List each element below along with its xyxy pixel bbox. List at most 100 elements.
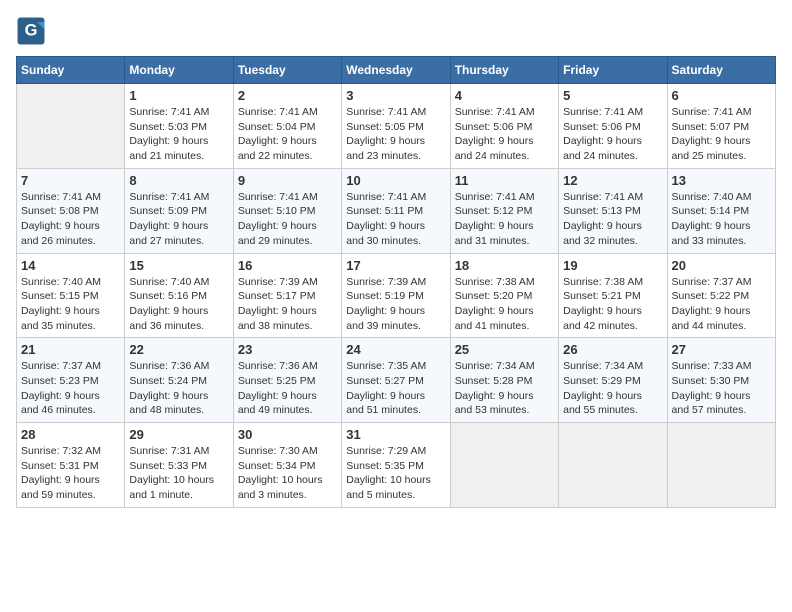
day-cell: 22 Sunrise: 7:36 AM Sunset: 5:24 PM Dayli… [125,338,233,423]
day-cell: 30 Sunrise: 7:30 AM Sunset: 5:34 PM Dayli… [233,423,341,508]
day-cell: 17 Sunrise: 7:39 AM Sunset: 5:19 PM Dayli… [342,253,450,338]
day-number: 27 [672,342,771,357]
day-info: Sunrise: 7:37 AM Sunset: 5:22 PM Dayligh… [672,275,771,334]
day-info: Sunrise: 7:40 AM Sunset: 5:16 PM Dayligh… [129,275,228,334]
header-cell-friday: Friday [559,57,667,84]
day-cell: 26 Sunrise: 7:34 AM Sunset: 5:29 PM Dayli… [559,338,667,423]
day-info: Sunrise: 7:37 AM Sunset: 5:23 PM Dayligh… [21,359,120,418]
day-number: 21 [21,342,120,357]
day-info: Sunrise: 7:30 AM Sunset: 5:34 PM Dayligh… [238,444,337,503]
week-row-1: 1 Sunrise: 7:41 AM Sunset: 5:03 PM Daylig… [17,84,776,169]
day-info: Sunrise: 7:41 AM Sunset: 5:08 PM Dayligh… [21,190,120,249]
header-cell-wednesday: Wednesday [342,57,450,84]
day-number: 19 [563,258,662,273]
day-cell: 4Sunrise: 7:41 AM Sunset: 5:06 PM Daylig… [450,84,558,169]
day-cell: 15 Sunrise: 7:40 AM Sunset: 5:16 PM Dayli… [125,253,233,338]
calendar-table: SundayMondayTuesdayWednesdayThursdayFrid… [16,56,776,508]
day-number: 28 [21,427,120,442]
day-cell: 3 Sunrise: 7:41 AM Sunset: 5:05 PM Daylig… [342,84,450,169]
day-cell: 14 Sunrise: 7:40 AM Sunset: 5:15 PM Dayli… [17,253,125,338]
day-info: Sunrise: 7:33 AM Sunset: 5:30 PM Dayligh… [672,359,771,418]
day-cell: 21 Sunrise: 7:37 AM Sunset: 5:23 PM Dayli… [17,338,125,423]
day-number: 13 [672,173,771,188]
day-info: Sunrise: 7:34 AM Sunset: 5:29 PM Dayligh… [563,359,662,418]
header-cell-thursday: Thursday [450,57,558,84]
day-cell: 23Sunrise: 7:36 AM Sunset: 5:25 PM Dayli… [233,338,341,423]
day-info: Sunrise: 7:41 AM Sunset: 5:05 PM Dayligh… [346,105,445,164]
day-cell: 20 Sunrise: 7:37 AM Sunset: 5:22 PM Dayli… [667,253,775,338]
header: G [16,16,776,46]
day-cell [559,423,667,508]
day-number: 29 [129,427,228,442]
day-cell: 31 Sunrise: 7:29 AM Sunset: 5:35 PM Dayli… [342,423,450,508]
day-info: Sunrise: 7:29 AM Sunset: 5:35 PM Dayligh… [346,444,445,503]
day-info: Sunrise: 7:41 AM Sunset: 5:07 PM Dayligh… [672,105,771,164]
calendar-header-row: SundayMondayTuesdayWednesdayThursdayFrid… [17,57,776,84]
header-cell-saturday: Saturday [667,57,775,84]
day-cell: 6 Sunrise: 7:41 AM Sunset: 5:07 PM Daylig… [667,84,775,169]
day-info: Sunrise: 7:41 AM Sunset: 5:11 PM Dayligh… [346,190,445,249]
day-cell: 13 Sunrise: 7:40 AM Sunset: 5:14 PM Dayli… [667,168,775,253]
day-cell: 16Sunrise: 7:39 AM Sunset: 5:17 PM Dayli… [233,253,341,338]
day-info: Sunrise: 7:36 AM Sunset: 5:24 PM Dayligh… [129,359,228,418]
day-cell: 29 Sunrise: 7:31 AM Sunset: 5:33 PM Dayli… [125,423,233,508]
week-row-2: 7 Sunrise: 7:41 AM Sunset: 5:08 PM Daylig… [17,168,776,253]
day-info: Sunrise: 7:41 AM Sunset: 5:06 PM Dayligh… [455,105,554,164]
logo: G [16,16,50,46]
day-info: Sunrise: 7:39 AM Sunset: 5:19 PM Dayligh… [346,275,445,334]
day-cell: 5 Sunrise: 7:41 AM Sunset: 5:06 PM Daylig… [559,84,667,169]
week-row-4: 21 Sunrise: 7:37 AM Sunset: 5:23 PM Dayli… [17,338,776,423]
header-cell-tuesday: Tuesday [233,57,341,84]
day-info: Sunrise: 7:38 AM Sunset: 5:21 PM Dayligh… [563,275,662,334]
day-number: 11 [455,173,554,188]
day-cell: 7 Sunrise: 7:41 AM Sunset: 5:08 PM Daylig… [17,168,125,253]
day-number: 26 [563,342,662,357]
day-number: 1 [129,88,228,103]
day-info: Sunrise: 7:41 AM Sunset: 5:12 PM Dayligh… [455,190,554,249]
day-number: 24 [346,342,445,357]
day-cell: 9Sunrise: 7:41 AM Sunset: 5:10 PM Daylig… [233,168,341,253]
day-number: 14 [21,258,120,273]
day-number: 31 [346,427,445,442]
day-number: 22 [129,342,228,357]
day-number: 2 [238,88,337,103]
day-number: 7 [21,173,120,188]
day-cell: 27 Sunrise: 7:33 AM Sunset: 5:30 PM Dayli… [667,338,775,423]
day-info: Sunrise: 7:41 AM Sunset: 5:04 PM Dayligh… [238,105,337,164]
day-info: Sunrise: 7:34 AM Sunset: 5:28 PM Dayligh… [455,359,554,418]
day-number: 25 [455,342,554,357]
day-number: 6 [672,88,771,103]
day-cell: 24 Sunrise: 7:35 AM Sunset: 5:27 PM Dayli… [342,338,450,423]
day-number: 15 [129,258,228,273]
day-info: Sunrise: 7:41 AM Sunset: 5:03 PM Dayligh… [129,105,228,164]
day-cell: 10Sunrise: 7:41 AM Sunset: 5:11 PM Dayli… [342,168,450,253]
day-cell: 8Sunrise: 7:41 AM Sunset: 5:09 PM Daylig… [125,168,233,253]
logo-icon: G [16,16,46,46]
day-info: Sunrise: 7:41 AM Sunset: 5:06 PM Dayligh… [563,105,662,164]
week-row-3: 14 Sunrise: 7:40 AM Sunset: 5:15 PM Dayli… [17,253,776,338]
day-number: 16 [238,258,337,273]
day-cell: 2 Sunrise: 7:41 AM Sunset: 5:04 PM Daylig… [233,84,341,169]
day-info: Sunrise: 7:41 AM Sunset: 5:10 PM Dayligh… [238,190,337,249]
day-number: 30 [238,427,337,442]
day-info: Sunrise: 7:40 AM Sunset: 5:15 PM Dayligh… [21,275,120,334]
week-row-5: 28 Sunrise: 7:32 AM Sunset: 5:31 PM Dayli… [17,423,776,508]
day-info: Sunrise: 7:32 AM Sunset: 5:31 PM Dayligh… [21,444,120,503]
day-info: Sunrise: 7:41 AM Sunset: 5:13 PM Dayligh… [563,190,662,249]
day-number: 17 [346,258,445,273]
day-cell: 19 Sunrise: 7:38 AM Sunset: 5:21 PM Dayli… [559,253,667,338]
day-cell: 1 Sunrise: 7:41 AM Sunset: 5:03 PM Daylig… [125,84,233,169]
day-info: Sunrise: 7:40 AM Sunset: 5:14 PM Dayligh… [672,190,771,249]
day-cell: 12 Sunrise: 7:41 AM Sunset: 5:13 PM Dayli… [559,168,667,253]
day-info: Sunrise: 7:36 AM Sunset: 5:25 PM Dayligh… [238,359,337,418]
day-info: Sunrise: 7:35 AM Sunset: 5:27 PM Dayligh… [346,359,445,418]
day-info: Sunrise: 7:41 AM Sunset: 5:09 PM Dayligh… [129,190,228,249]
day-number: 5 [563,88,662,103]
day-number: 3 [346,88,445,103]
day-number: 20 [672,258,771,273]
day-number: 12 [563,173,662,188]
day-number: 18 [455,258,554,273]
day-cell [450,423,558,508]
day-cell [667,423,775,508]
day-info: Sunrise: 7:31 AM Sunset: 5:33 PM Dayligh… [129,444,228,503]
